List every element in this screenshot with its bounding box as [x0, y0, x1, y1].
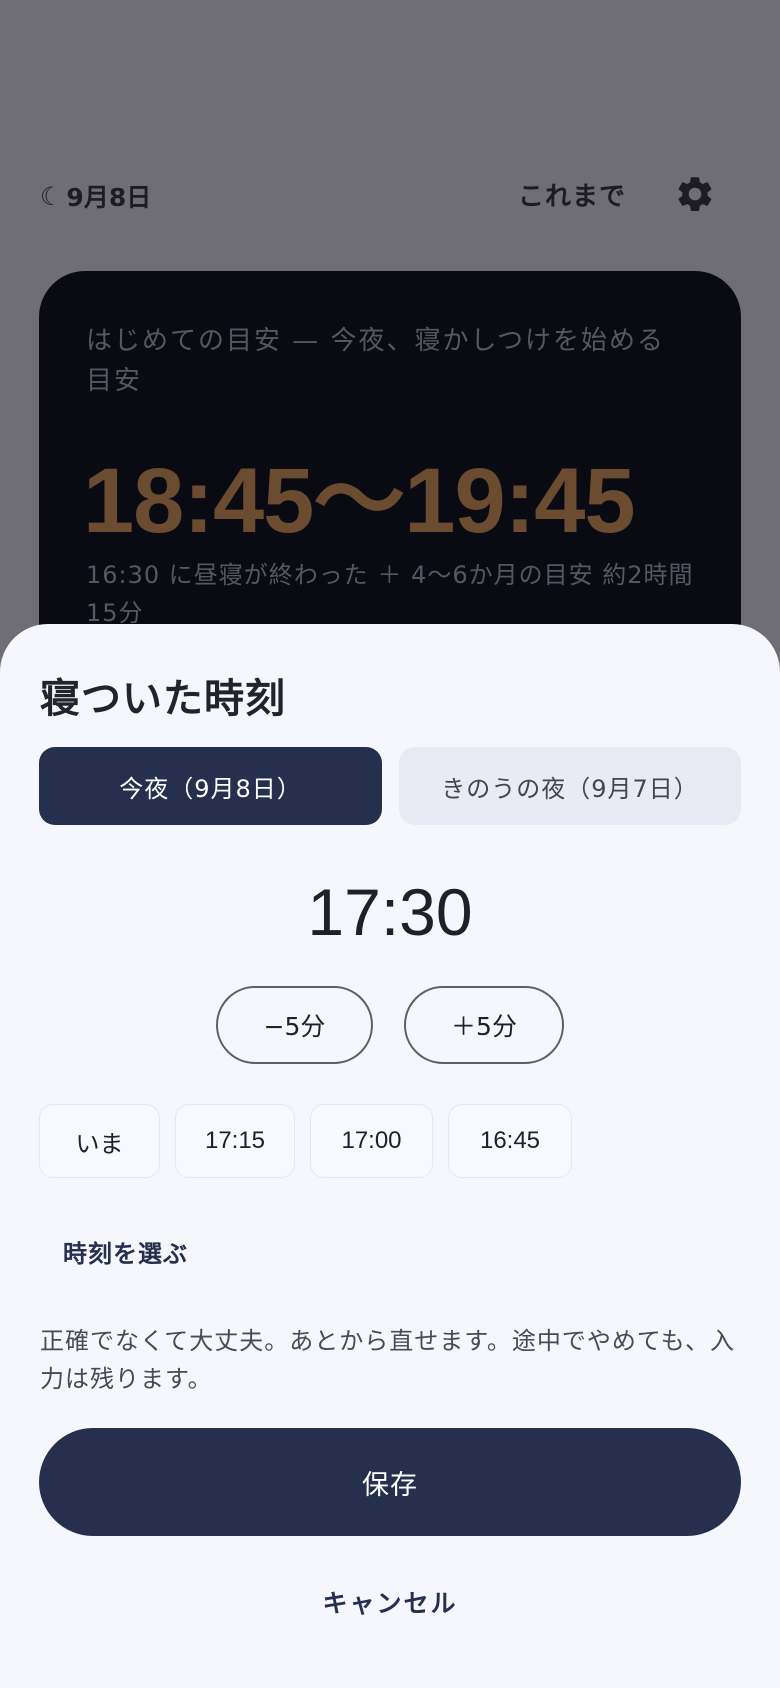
guide-time-range: 18:45〜19:45: [83, 450, 636, 552]
tab-tonight[interactable]: 今夜（9月8日）: [39, 747, 382, 825]
cancel-button[interactable]: キャンセル: [0, 1584, 780, 1620]
quick-time-chip[interactable]: 16:45: [448, 1104, 572, 1178]
sleep-time-sheet: 寝ついた時刻 今夜（9月8日） きのうの夜（9月7日） 17:30 −5分 ＋5…: [0, 624, 780, 1688]
pick-time-button[interactable]: 時刻を選ぶ: [63, 1234, 188, 1269]
quick-time-chip[interactable]: 17:15: [175, 1104, 295, 1178]
date-label: ☾ 9月8日: [40, 178, 151, 214]
history-link[interactable]: これまで: [518, 176, 626, 213]
gear-icon[interactable]: [674, 173, 716, 215]
moon-icon: ☾: [40, 181, 63, 211]
quick-time-now[interactable]: いま: [39, 1104, 160, 1178]
selected-time[interactable]: 17:30: [0, 874, 780, 950]
quick-time-chip[interactable]: 17:00: [310, 1104, 433, 1178]
tab-last-night[interactable]: きのうの夜（9月7日）: [399, 747, 741, 825]
guide-title: はじめての目安 — 今夜、寝かしつけを始める目安: [86, 326, 665, 396]
guide-note: 16:30 に昼寝が終わった ＋ 4〜6か月の目安 約2時間15分: [86, 561, 694, 627]
save-button[interactable]: 保存: [39, 1428, 741, 1536]
date-text: 9月8日: [66, 183, 152, 212]
top-bar: ☾ 9月8日 これまで: [0, 0, 780, 240]
plus-5min-button[interactable]: ＋5分: [404, 986, 564, 1064]
minus-5min-button[interactable]: −5分: [216, 986, 373, 1064]
sheet-title: 寝ついた時刻: [40, 676, 286, 722]
reassure-text: 正確でなくて大丈夫。あとから直せます。途中でやめても、入力は残ります。: [40, 1327, 735, 1393]
